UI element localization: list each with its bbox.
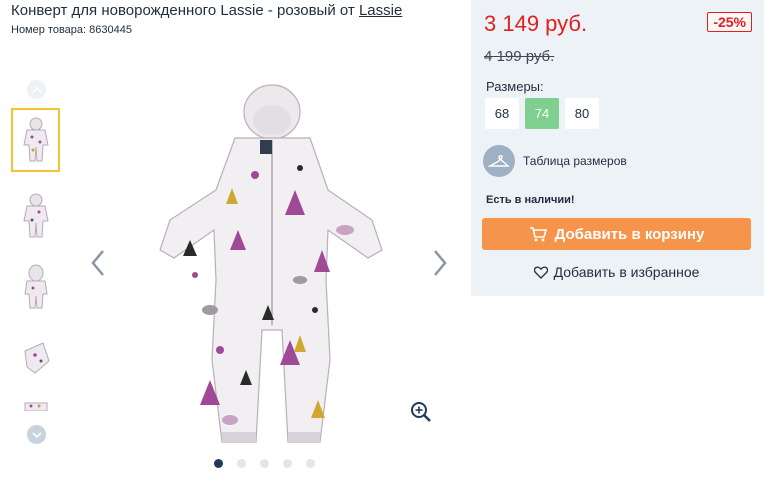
product-sku: Номер товара: 8630445 — [11, 24, 132, 36]
hanger-icon — [483, 145, 515, 177]
zoom-in-icon[interactable] — [410, 401, 432, 423]
jumpsuit-folded-thumbnail-icon — [23, 342, 50, 374]
stock-status: Есть в наличии! — [486, 194, 575, 206]
thumbs-up-button[interactable] — [27, 80, 46, 99]
add-to-favorites-label: Добавить в избранное — [553, 264, 700, 280]
size-option-80[interactable]: 80 — [565, 98, 599, 129]
size-option-68[interactable]: 68 — [485, 98, 519, 129]
product-title: Конверт для новорожденного Lassie - розо… — [11, 2, 402, 19]
purchase-panel: 3 149 руб. -25% 4 199 руб. Размеры: 68 7… — [471, 0, 764, 296]
current-price: 3 149 руб. — [484, 11, 588, 36]
size-table-link[interactable]: Таблица размеров — [483, 145, 627, 177]
jumpsuit-hood-thumbnail-icon — [23, 264, 48, 309]
add-to-cart-label: Добавить в корзину — [554, 225, 705, 243]
old-price: 4 199 руб. — [484, 48, 555, 65]
size-options: 68 74 80 — [485, 98, 599, 129]
heart-icon — [533, 265, 548, 279]
size-table-label: Таблица размеров — [523, 154, 627, 168]
brand-link[interactable]: Lassie — [359, 2, 402, 19]
thumbnail-2[interactable] — [11, 184, 60, 248]
add-to-favorites-button[interactable]: Добавить в избранное — [482, 261, 751, 283]
carousel-dot-5[interactable] — [306, 459, 315, 468]
carousel-dot-1[interactable] — [214, 459, 223, 468]
product-title-text: Конверт для новорожденного Lassie - розо… — [11, 2, 359, 19]
add-to-cart-button[interactable]: Добавить в корзину — [482, 218, 751, 250]
carousel-dot-2[interactable] — [237, 459, 246, 468]
size-option-74[interactable]: 74 — [525, 98, 559, 129]
jumpsuit-back-thumbnail-icon — [22, 193, 49, 238]
carousel-dot-4[interactable] — [283, 459, 292, 468]
thumbnail-3[interactable] — [11, 255, 60, 319]
sizes-label: Размеры: — [486, 79, 544, 94]
thumbnail-1[interactable] — [11, 108, 60, 172]
carousel-dot-3[interactable] — [260, 459, 269, 468]
thumbnail-5[interactable] — [11, 397, 60, 411]
chevron-down-icon — [31, 431, 42, 438]
cart-icon — [529, 227, 547, 242]
jumpsuit-detail-thumbnail-icon — [24, 402, 47, 411]
carousel-dots — [214, 459, 315, 468]
chevron-up-icon — [31, 86, 42, 93]
thumbs-down-button[interactable] — [27, 425, 46, 444]
chevron-left-icon[interactable] — [88, 248, 108, 278]
jumpsuit-thumbnail-icon — [22, 117, 49, 162]
thumbnail-strip — [11, 80, 61, 445]
main-product-image — [159, 84, 383, 443]
thumbnail-4[interactable] — [11, 326, 60, 390]
chevron-right-icon[interactable] — [430, 248, 450, 278]
discount-badge: -25% — [707, 12, 752, 32]
